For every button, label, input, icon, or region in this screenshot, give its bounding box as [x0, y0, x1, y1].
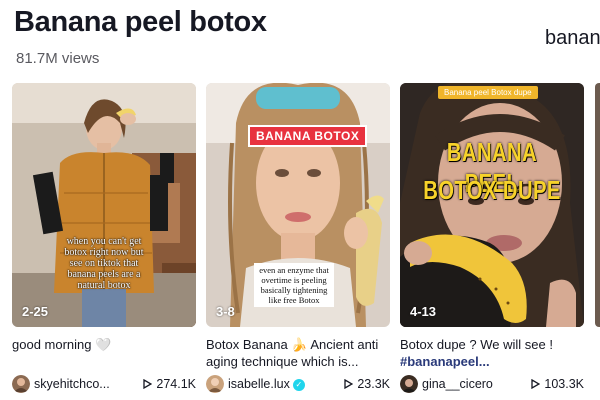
white-heart-icon: 🤍	[95, 337, 112, 352]
author-name[interactable]: gina__cicero	[422, 377, 531, 391]
next-video-thumbnail[interactable]	[595, 83, 600, 327]
video-meta: gina__cicero 103.3K	[400, 375, 584, 393]
play-count-value: 23.3K	[357, 377, 390, 391]
author-name[interactable]: skyehitchco...	[34, 377, 143, 391]
play-count: 103.3K	[531, 377, 584, 391]
video-description: Botox dupe ? We will see ! #bananapeel..…	[400, 336, 584, 370]
play-count-value: 103.3K	[544, 377, 584, 391]
overlay-headline: BOTOX DUPE	[423, 175, 561, 205]
view-count: 81.7M views	[16, 50, 100, 67]
play-icon	[344, 379, 354, 389]
page-title: Banana peel botox	[14, 6, 267, 38]
verified-badge-icon: ✓	[292, 378, 305, 391]
video-description: Botox Banana 🍌 Ancient anti aging techni…	[206, 337, 379, 369]
video-card[interactable]: Banana peel Botox dupe BANANA PEEL BOTOX…	[400, 83, 584, 393]
video-thumbnail[interactable]: when you can't get botox right now but s…	[12, 83, 196, 327]
video-meta: isabelle.lux ✓ 23.3K	[206, 375, 390, 393]
video-card[interactable]: when you can't get botox right now but s…	[12, 83, 196, 393]
play-icon	[143, 379, 153, 389]
avatar[interactable]	[400, 375, 418, 393]
overlay-tag: Banana peel Botox dupe	[438, 86, 538, 99]
overlay-caption: when you can't get botox right now but s…	[64, 236, 144, 291]
play-count: 23.3K	[344, 377, 390, 391]
play-count-value: 274.1K	[156, 377, 196, 391]
video-thumbnail[interactable]: Banana peel Botox dupe BANANA PEEL BOTOX…	[400, 83, 584, 327]
post-date: 2-25	[22, 304, 49, 319]
video-description: good morning 🤍	[12, 336, 196, 370]
hashtag-link[interactable]: #bananapeel...	[400, 354, 490, 369]
author-name[interactable]: isabelle.lux ✓	[228, 377, 344, 391]
video-card[interactable]: BANANA BOTOX even an enzyme that overtim…	[206, 83, 390, 393]
play-icon	[531, 379, 541, 389]
video-thumbnail[interactable]: BANANA BOTOX even an enzyme that overtim…	[206, 83, 390, 327]
overlay-tag: BANANA BOTOX	[248, 125, 368, 147]
description-text: Botox dupe ? We will see !	[400, 337, 553, 352]
overlay-caption: even an enzyme that overtime is peeling …	[254, 263, 334, 307]
description-text: good morning	[12, 337, 92, 352]
avatar[interactable]	[12, 375, 30, 393]
next-section-title[interactable]: banan	[545, 27, 600, 50]
avatar[interactable]	[206, 375, 224, 393]
post-date: 3-8	[216, 304, 235, 319]
play-count: 274.1K	[143, 377, 196, 391]
post-date: 4-13	[410, 304, 437, 319]
video-meta: skyehitchco... 274.1K	[12, 375, 196, 393]
author-name-text[interactable]: isabelle.lux	[228, 377, 290, 391]
